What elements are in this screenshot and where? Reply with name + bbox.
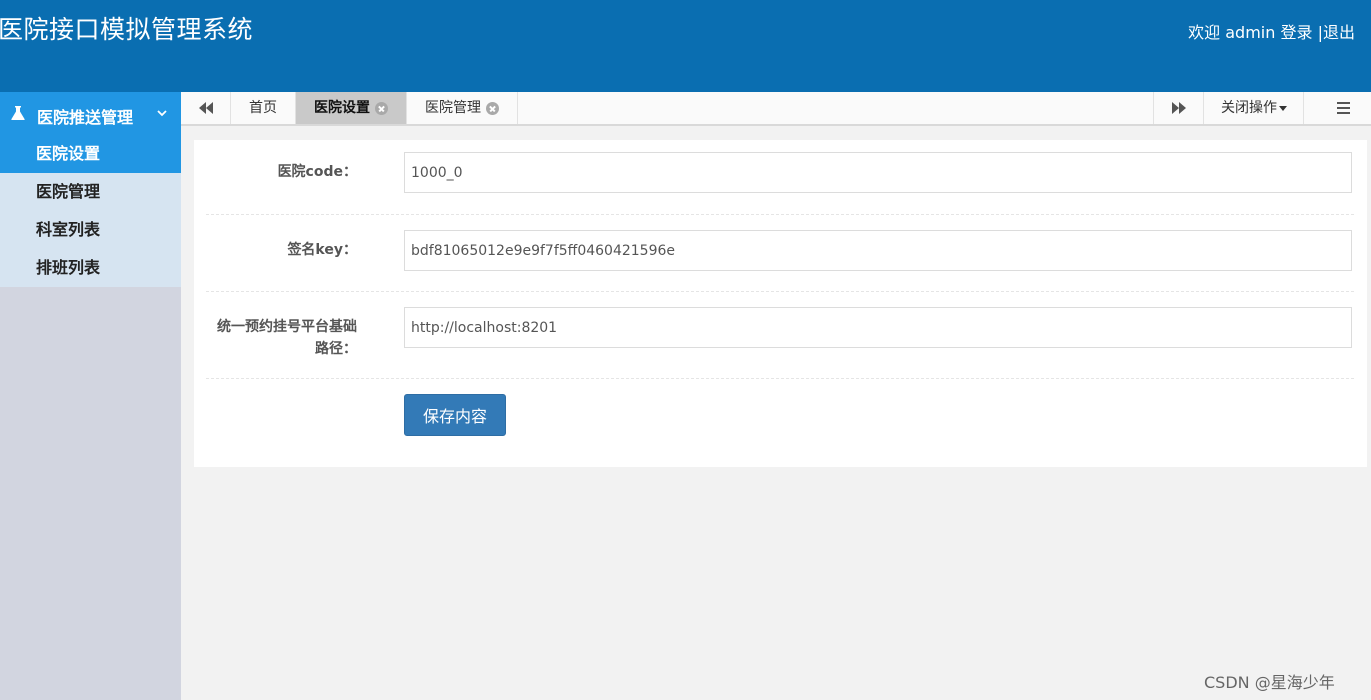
chevron-down-icon xyxy=(157,110,167,117)
caret-down-icon xyxy=(1279,105,1287,111)
sidebar-group-label: 医院推送管理 xyxy=(37,108,134,127)
sidebar-item-hospital-settings[interactable]: 医院设置 xyxy=(0,136,181,173)
welcome-text: 欢迎 xyxy=(1188,23,1221,42)
sign-key-label: 签名key： xyxy=(287,242,357,258)
api-base-path-label: 统一预约挂号平台基础路径： xyxy=(217,319,357,357)
username: admin xyxy=(1225,23,1276,42)
save-button[interactable]: 保存内容 xyxy=(404,394,506,436)
flask-icon xyxy=(11,106,25,120)
hospital-code-label: 医院code： xyxy=(277,164,357,180)
tab-list: 首页 医院设置 医院管理 xyxy=(231,92,518,124)
row-divider xyxy=(206,214,1354,215)
sidebar-item-department-list[interactable]: 科室列表 xyxy=(0,211,181,249)
close-operations-dropdown[interactable]: 关闭操作 xyxy=(1203,92,1304,124)
tab-scroll-right-button[interactable] xyxy=(1153,92,1204,124)
tab-menu-button[interactable] xyxy=(1303,92,1371,124)
tab-close-icon[interactable] xyxy=(486,101,499,115)
tab-hospital-management[interactable]: 医院管理 xyxy=(407,92,518,124)
row-divider xyxy=(206,291,1354,292)
hamburger-menu-icon xyxy=(1337,102,1350,114)
tab-close-icon[interactable] xyxy=(375,101,388,115)
sidebar: 医院推送管理 医院设置 医院管理 科室列表 排班列表 xyxy=(0,92,181,700)
api-base-path-input[interactable] xyxy=(404,307,1352,348)
logout-link[interactable]: 退出 xyxy=(1323,23,1355,42)
tab-label: 医院管理 xyxy=(425,100,481,116)
login-link[interactable]: 登录 xyxy=(1280,23,1312,42)
tab-bar: 首页 医院设置 医院管理 关闭操作 xyxy=(181,92,1371,126)
sidebar-group-hospital-push[interactable]: 医院推送管理 xyxy=(0,92,181,136)
hospital-code-input[interactable] xyxy=(404,152,1352,193)
tab-home[interactable]: 首页 xyxy=(231,92,296,124)
tab-scroll-left-button[interactable] xyxy=(181,92,231,124)
settings-form-panel: 医院code： 签名key： 统一预约挂号平台基础路径： 保存内容 xyxy=(194,140,1367,467)
sidebar-item-hospital-management[interactable]: 医院管理 xyxy=(0,173,181,211)
app-title: 医院接口模拟管理系统 xyxy=(0,15,254,44)
watermark: CSDN @星海少年 xyxy=(1204,673,1335,692)
tab-label: 首页 xyxy=(249,100,277,116)
user-area: 欢迎 admin 登录 |退出 xyxy=(1188,19,1355,43)
backward-icon xyxy=(199,102,213,114)
row-divider xyxy=(206,378,1354,379)
sidebar-item-schedule-list[interactable]: 排班列表 xyxy=(0,249,181,287)
top-header: 医院接口模拟管理系统 欢迎 admin 登录 |退出 xyxy=(0,0,1371,92)
forward-icon xyxy=(1172,102,1186,114)
tab-label: 医院设置 xyxy=(314,100,370,116)
tab-hospital-settings[interactable]: 医院设置 xyxy=(296,92,407,124)
sign-key-input[interactable] xyxy=(404,230,1352,271)
close-operations-label: 关闭操作 xyxy=(1221,100,1277,116)
